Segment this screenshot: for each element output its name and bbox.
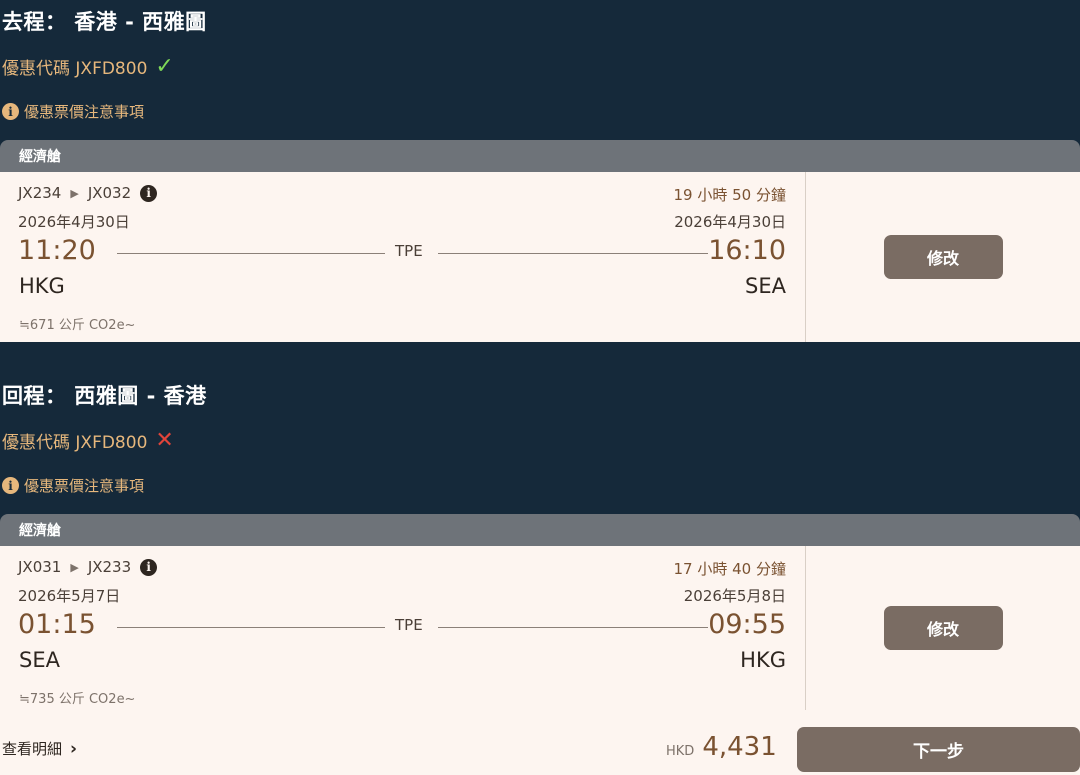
outbound-cabin-class: 經濟艙 xyxy=(0,140,1080,172)
cross-icon: ✕ xyxy=(155,428,174,453)
outbound-arrive-date: 2026年4月30日 xyxy=(674,213,786,231)
return-depart-airport: SEA xyxy=(19,648,60,672)
outbound-title: 去程： 香港 - 西雅圖 xyxy=(2,10,207,34)
return-flight-card: 經濟艙 JX031 ▶ JX233 i 17 小時 40 分鐘 2026年5月7… xyxy=(0,514,1080,710)
route-line xyxy=(117,253,385,254)
outbound-co2-estimate: ≒671 公斤 CO2e~ xyxy=(19,318,136,333)
price-amount: 4,431 xyxy=(702,732,777,762)
booking-footer: 查看明細 › HKD 4,431 下一步 xyxy=(0,710,1080,775)
flight-info-icon[interactable]: i xyxy=(140,184,158,202)
price-currency: HKD xyxy=(666,744,695,759)
return-depart-time: 01:15 xyxy=(18,609,96,640)
connection-arrow-icon: ▶ xyxy=(70,560,79,574)
outbound-depart-date: 2026年4月30日 xyxy=(18,213,130,231)
flight-info-icon[interactable]: i xyxy=(140,558,158,576)
outbound-depart-airport: HKG xyxy=(19,274,65,298)
route-line xyxy=(117,627,385,628)
outbound-duration: 19 小時 50 分鐘 xyxy=(673,186,786,204)
view-details-label: 查看明細 xyxy=(2,740,63,758)
return-via-airport: TPE xyxy=(395,616,423,634)
chevron-right-icon: › xyxy=(70,738,78,759)
view-details-link[interactable]: 查看明細 › xyxy=(2,738,77,759)
checkmark-icon: ✓ xyxy=(155,54,174,79)
outbound-flight-numbers: JX234 ▶ JX032 i xyxy=(18,184,158,202)
return-flight-1: JX031 xyxy=(18,558,62,576)
outbound-via-airport: TPE xyxy=(395,242,423,260)
flight-summary-page: 去程： 香港 - 西雅圖 優惠代碼 JXFD800 ✓ i 優惠票價注意事項 經… xyxy=(0,0,1080,775)
info-icon: i xyxy=(2,477,19,494)
outbound-depart-time: 11:20 xyxy=(18,235,96,266)
route-line xyxy=(438,627,708,628)
return-card-body: JX031 ▶ JX233 i 17 小時 40 分鐘 2026年5月7日 20… xyxy=(0,546,1080,710)
return-co2-estimate: ≒735 公斤 CO2e~ xyxy=(19,692,136,707)
outbound-promo-code: 優惠代碼 JXFD800 ✓ xyxy=(2,54,174,79)
route-line xyxy=(438,253,708,254)
return-fare-notice-label: 優惠票價注意事項 xyxy=(24,477,145,495)
return-modify-button[interactable]: 修改 xyxy=(883,606,1003,650)
return-arrive-date: 2026年5月8日 xyxy=(683,587,786,605)
outbound-card-body: JX234 ▶ JX032 i 19 小時 50 分鐘 2026年4月30日 2… xyxy=(0,172,1080,342)
outbound-arrive-time: 16:10 xyxy=(708,235,786,266)
return-promo-code: 優惠代碼 JXFD800 ✕ xyxy=(2,428,174,453)
outbound-flight-2: JX032 xyxy=(87,184,132,202)
outbound-modify-button[interactable]: 修改 xyxy=(883,235,1003,279)
outbound-flight-details: JX234 ▶ JX032 i 19 小時 50 分鐘 2026年4月30日 2… xyxy=(0,172,806,342)
return-cabin-class: 經濟艙 xyxy=(0,514,1080,546)
outbound-action-area: 修改 xyxy=(806,172,1080,342)
return-duration: 17 小時 40 分鐘 xyxy=(673,560,786,578)
return-flight-numbers: JX031 ▶ JX233 i xyxy=(18,558,158,576)
return-fare-notice-link[interactable]: i 優惠票價注意事項 xyxy=(2,475,144,496)
return-promo-label: 優惠代碼 JXFD800 xyxy=(2,433,148,453)
outbound-arrive-airport: SEA xyxy=(745,274,786,298)
return-arrive-time: 09:55 xyxy=(708,609,786,640)
connection-arrow-icon: ▶ xyxy=(70,186,79,200)
return-flight-2: JX233 xyxy=(87,558,132,576)
outbound-flight-card: 經濟艙 JX234 ▶ JX032 i 19 小時 50 分鐘 2026年4月3… xyxy=(0,140,1080,342)
info-icon: i xyxy=(2,103,19,120)
return-title: 回程： 西雅圖 - 香港 xyxy=(2,384,207,408)
return-arrive-airport: HKG xyxy=(740,648,786,672)
return-flight-details: JX031 ▶ JX233 i 17 小時 40 分鐘 2026年5月7日 20… xyxy=(0,546,806,710)
outbound-flight-1: JX234 xyxy=(18,184,62,202)
total-price: HKD 4,431 xyxy=(666,732,777,762)
return-depart-date: 2026年5月7日 xyxy=(18,587,121,605)
return-action-area: 修改 xyxy=(806,546,1080,710)
outbound-fare-notice-link[interactable]: i 優惠票價注意事項 xyxy=(2,101,144,122)
outbound-promo-label: 優惠代碼 JXFD800 xyxy=(2,59,148,79)
next-step-button[interactable]: 下一步 xyxy=(797,727,1080,772)
outbound-fare-notice-label: 優惠票價注意事項 xyxy=(24,103,145,121)
